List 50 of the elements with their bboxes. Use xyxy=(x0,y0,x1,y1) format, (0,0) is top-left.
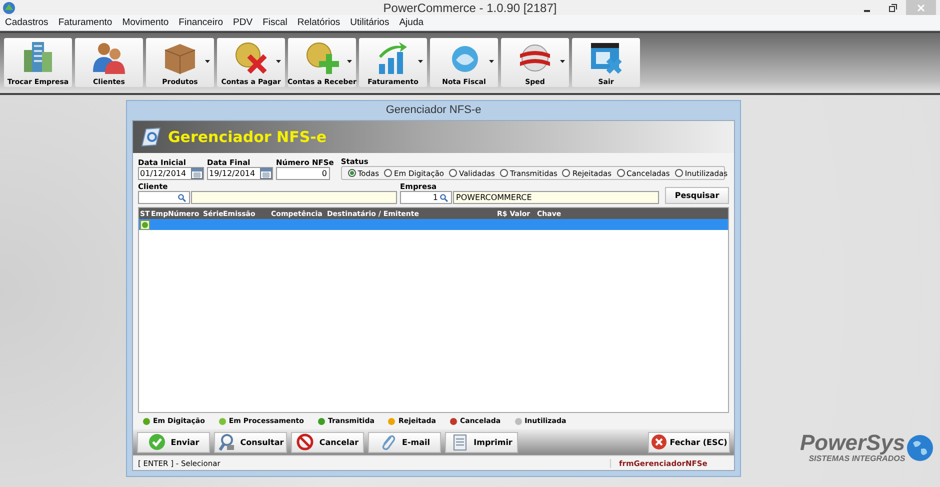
search-button[interactable]: Pesquisar xyxy=(665,187,729,204)
check-icon xyxy=(148,433,166,451)
caret-icon[interactable] xyxy=(276,60,281,63)
action-button[interactable]: Cancelar xyxy=(291,432,364,452)
company-logo: PowerSys SISTEMAS INTEGRADOS xyxy=(800,432,936,463)
people-icon xyxy=(91,40,127,76)
menu-item[interactable]: Utilitários xyxy=(350,17,390,28)
name-field[interactable]: POWERCOMMERCE xyxy=(453,191,659,204)
menu-item[interactable]: Movimento xyxy=(122,17,169,28)
date-field[interactable]: 01/12/2014 xyxy=(138,167,204,180)
action-button[interactable]: Enviar xyxy=(137,432,210,452)
menu-item[interactable]: Relatórios xyxy=(297,17,340,28)
globe-icon xyxy=(905,432,936,462)
name-field[interactable] xyxy=(191,191,397,204)
calendar-icon[interactable] xyxy=(260,168,272,179)
app-icon xyxy=(2,0,16,14)
menu-item[interactable]: Faturamento xyxy=(58,17,112,28)
action-button[interactable]: E-mail xyxy=(368,432,441,452)
caret-icon[interactable] xyxy=(418,60,423,63)
caret-icon[interactable] xyxy=(205,60,210,63)
close-dialog-button[interactable]: Fechar (ESC) xyxy=(648,432,730,452)
menu-item[interactable]: Financeiro xyxy=(178,17,224,28)
code-field[interactable] xyxy=(138,191,190,204)
action-button[interactable]: Consultar xyxy=(214,432,287,452)
number-field[interactable]: 0 xyxy=(276,167,330,180)
coin-plus-icon xyxy=(304,40,340,76)
menu-item[interactable]: PDV xyxy=(233,17,253,28)
menu-item[interactable]: Ajuda xyxy=(399,17,424,28)
date-field[interactable]: 19/12/2014 xyxy=(207,167,273,180)
restore-icon[interactable] xyxy=(888,2,898,12)
coin-cross-icon xyxy=(233,40,269,76)
menu-item[interactable]: Fiscal xyxy=(262,17,288,28)
menu-item[interactable]: Cadastros xyxy=(5,17,48,28)
dialog-title: Gerenciador NFS-e xyxy=(384,103,482,118)
action-button[interactable]: Imprimir xyxy=(445,432,518,452)
document-lines-icon xyxy=(450,433,469,451)
caret-icon[interactable] xyxy=(347,60,352,63)
status-dot-icon xyxy=(140,220,150,230)
window-close-icon xyxy=(588,40,624,76)
search-icon[interactable] xyxy=(178,194,186,202)
prohibited-icon xyxy=(296,433,314,451)
code-field[interactable]: 1 xyxy=(400,191,452,204)
calendar-icon[interactable] xyxy=(191,168,203,179)
header-title: Gerenciador NFS-e xyxy=(168,128,327,146)
window-title: PowerCommerce - 1.0.90 [2187] xyxy=(383,0,557,14)
search-icon[interactable] xyxy=(440,194,448,202)
caret-icon[interactable] xyxy=(560,60,565,63)
close-icon xyxy=(916,2,926,12)
close-icon xyxy=(650,434,667,450)
caret-icon[interactable] xyxy=(489,60,494,63)
